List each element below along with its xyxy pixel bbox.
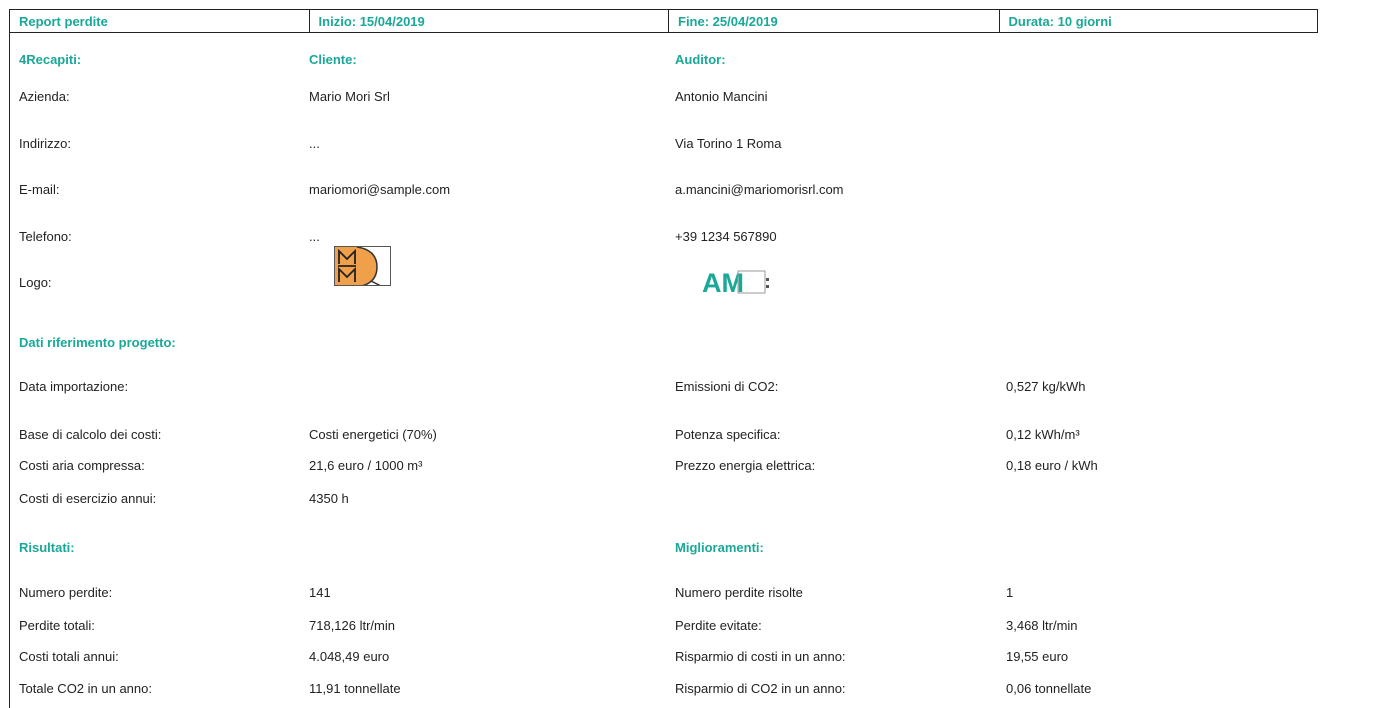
logo-label: Logo: xyxy=(19,275,52,290)
project-label: Data importazione: xyxy=(19,379,129,394)
client-logo: MM xyxy=(334,246,391,286)
project-label-2: Emissioni di CO2: xyxy=(675,379,779,394)
result-label: Costi totali annui: xyxy=(19,649,119,664)
contact-label-address: Indirizzo: xyxy=(19,136,72,151)
project-value: Costi energetici (70%) xyxy=(309,427,437,442)
improvement-label: Perdite evitate: xyxy=(675,618,762,633)
report-title: Report perdite xyxy=(10,10,310,32)
client-phone: ... xyxy=(309,229,320,244)
project-label-2: Prezzo energia elettrica: xyxy=(675,458,816,473)
improvement-value: 1 xyxy=(1006,585,1014,600)
improvement-label: Numero perdite risolte xyxy=(675,585,803,600)
left-border xyxy=(9,33,10,708)
contact-label-company: Azienda: xyxy=(19,89,70,104)
auditor-company: Antonio Mancini xyxy=(675,89,768,104)
result-label: Totale CO2 in un anno: xyxy=(19,681,152,696)
auditor-logo: AM xyxy=(702,268,774,298)
improvement-value: 0,06 tonnellate xyxy=(1006,681,1092,696)
start-date: Inizio: 15/04/2019 xyxy=(310,10,669,32)
contact-label-phone: Telefono: xyxy=(19,229,72,244)
result-value: 11,91 tonnellate xyxy=(309,681,401,696)
report-header: Report perdite Inizio: 15/04/2019 Fine: … xyxy=(9,9,1318,33)
improvements-heading: Miglioramenti: xyxy=(675,540,764,555)
client-email: mariomori@sample.com xyxy=(309,182,451,197)
improvement-label: Risparmio di costi in un anno: xyxy=(675,649,846,664)
improvement-label: Risparmio di CO2 in un anno: xyxy=(675,681,846,696)
auditor-address: Via Torino 1 Roma xyxy=(675,136,782,151)
contacts-heading: 4Recapiti: xyxy=(19,52,82,67)
client-address: ... xyxy=(309,136,320,151)
result-label: Numero perdite: xyxy=(19,585,113,600)
auditor-logo-icon: AM xyxy=(702,268,769,298)
project-value: 21,6 euro / 1000 m³ xyxy=(309,458,423,473)
results-heading: Risultati: xyxy=(19,540,75,555)
improvement-value: 19,55 euro xyxy=(1006,649,1069,664)
project-value-2: 0,12 kWh/m³ xyxy=(1006,427,1080,442)
auditor-heading: Auditor: xyxy=(675,52,726,67)
project-label-2: Potenza specifica: xyxy=(675,427,781,442)
duration: Durata: 10 giorni xyxy=(1008,13,1112,29)
project-heading: Dati riferimento progetto: xyxy=(19,335,176,350)
project-label: Base di calcolo dei costi: xyxy=(19,427,162,442)
result-value: 141 xyxy=(309,585,331,600)
project-label: Costi di esercizio annui: xyxy=(19,491,157,506)
project-value-2: 0,527 kg/kWh xyxy=(1006,379,1086,394)
auditor-phone: +39 1234 567890 xyxy=(675,229,777,244)
result-value: 718,126 ltr/min xyxy=(309,618,395,633)
result-label: Perdite totali: xyxy=(19,618,95,633)
project-label: Costi aria compressa: xyxy=(19,458,145,473)
client-logo-icon: MM xyxy=(335,247,381,285)
contact-label-email: E-mail: xyxy=(19,182,60,197)
project-value: 4350 h xyxy=(309,491,349,506)
improvement-value: 3,468 ltr/min xyxy=(1006,618,1078,633)
auditor-email: a.mancini@mariomorisrl.com xyxy=(675,182,844,197)
client-company: Mario Mori Srl xyxy=(309,89,390,104)
end-date: Fine: 25/04/2019 xyxy=(669,10,1000,32)
result-value: 4.048,49 euro xyxy=(309,649,390,664)
client-heading: Cliente: xyxy=(309,52,357,67)
project-value-2: 0,18 euro / kWh xyxy=(1006,458,1098,473)
